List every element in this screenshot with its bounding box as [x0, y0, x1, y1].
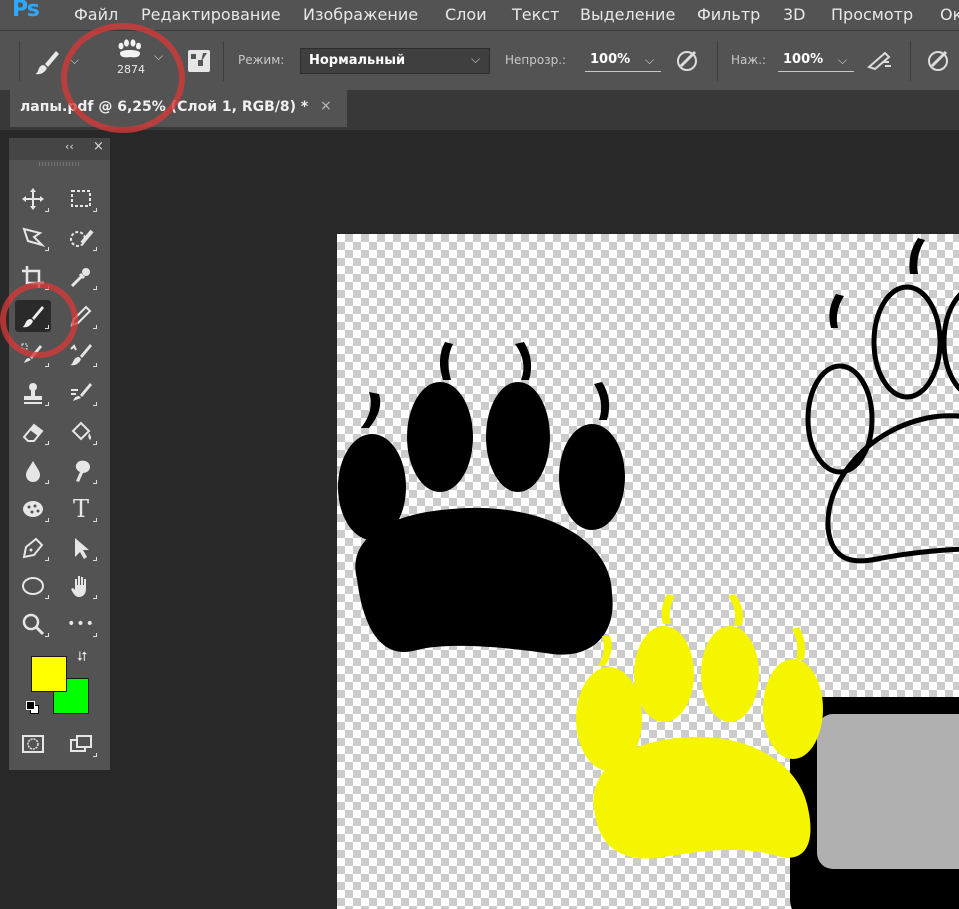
ellipse-icon [22, 577, 44, 595]
tools-panel-header[interactable]: ‹‹ × [9, 138, 110, 160]
sponge-icon [23, 501, 43, 517]
blur-icon [26, 461, 40, 482]
path-selection-tool[interactable] [63, 532, 99, 564]
brush-panel-icon [191, 53, 207, 66]
quick-selection-icon [70, 229, 94, 247]
menu-file[interactable]: Файл [74, 5, 118, 24]
opacity-label: Непрозр.: [505, 53, 567, 67]
highlight-ring-brush-preset [61, 23, 185, 133]
quick-mask-icon [22, 735, 44, 753]
options-divider [223, 41, 224, 81]
menu-layers[interactable]: Слои [445, 5, 487, 24]
flow-underline [778, 71, 854, 72]
history-brush-icon [70, 344, 92, 366]
pen-tool[interactable] [15, 532, 51, 564]
mode-label: Режим: [238, 53, 285, 67]
blend-mode-value: Нормальный [309, 53, 406, 68]
pressure-size-icon[interactable] [926, 47, 952, 73]
eyedropper-icon [70, 268, 90, 288]
chevron-down-icon[interactable]: ⌵ [645, 53, 654, 68]
yellow-paw [576, 594, 823, 859]
menu-edit[interactable]: Редактирование [141, 5, 281, 24]
highlight-ring-brush-tool [0, 282, 78, 358]
chevron-down-icon[interactable]: ⌵ [838, 53, 847, 68]
clone-stamp-tool[interactable] [15, 377, 51, 409]
opacity-underline [585, 71, 661, 72]
panel-grip[interactable] [39, 162, 79, 166]
type-icon: T [72, 495, 89, 523]
menu-filter[interactable]: Фильтр [697, 5, 760, 24]
menu-window[interactable]: Ок [940, 5, 959, 24]
opacity-input[interactable]: 100% [590, 52, 630, 67]
pressure-opacity-icon[interactable] [675, 47, 701, 73]
type-tool[interactable]: T [63, 493, 99, 525]
blur-tool[interactable] [15, 455, 51, 487]
quick-selection-tool[interactable] [63, 222, 99, 254]
more-icon: ••• [67, 616, 95, 632]
eraser-tool[interactable] [15, 416, 51, 448]
marquee-icon [71, 190, 91, 207]
zoom-icon [22, 613, 45, 636]
default-colors-icon[interactable] [26, 701, 39, 714]
document-canvas[interactable] [337, 234, 959, 909]
move-icon [22, 188, 44, 210]
eraser-icon [22, 423, 44, 442]
pen-icon [22, 537, 44, 559]
toggle-brush-panel-button[interactable] [188, 50, 210, 72]
smudge-icon [75, 460, 90, 482]
hand-tool[interactable] [63, 570, 99, 602]
foreground-color-swatch[interactable] [31, 656, 67, 692]
swap-colors-icon[interactable]: ⮃ [77, 650, 87, 665]
mixer-brush-tool[interactable] [63, 377, 99, 409]
brush-icon [35, 51, 59, 75]
menu-image[interactable]: Изображение [303, 5, 418, 24]
stamp-icon [24, 383, 42, 404]
paint-bucket-tool[interactable] [63, 416, 99, 448]
sponge-tool[interactable] [15, 493, 51, 525]
hand-icon [71, 576, 86, 597]
lasso-icon [22, 227, 46, 248]
lasso-tool[interactable] [15, 222, 51, 254]
black-paw [338, 342, 625, 655]
options-divider [910, 41, 911, 81]
more-tools[interactable]: ••• [63, 608, 99, 640]
move-tool[interactable] [15, 183, 51, 215]
options-divider [19, 41, 20, 81]
close-icon[interactable]: × [320, 98, 332, 114]
eyedropper-tool[interactable] [63, 261, 99, 293]
marquee-tool[interactable] [63, 183, 99, 215]
chevron-down-icon: ⌵ [471, 52, 481, 66]
canvas-artwork [338, 238, 959, 909]
screen-mode-icon [70, 735, 92, 752]
flow-input[interactable]: 100% [783, 52, 823, 67]
airbrush-icon[interactable] [865, 47, 893, 73]
options-divider [717, 41, 718, 81]
quick-mask-button[interactable] [15, 728, 51, 760]
outline-paw [805, 284, 959, 564]
screen-mode-button[interactable] [63, 728, 99, 760]
collapse-icon[interactable]: ‹‹ [65, 140, 74, 153]
menu-type[interactable]: Текст [512, 5, 559, 24]
menu-view[interactable]: Просмотр [831, 5, 913, 24]
close-icon[interactable]: × [93, 139, 104, 154]
ellipse-tool[interactable] [15, 570, 51, 602]
photoshop-logo: Ps [12, 0, 40, 22]
menu-select[interactable]: Выделение [580, 5, 675, 24]
paint-bucket-icon [71, 421, 92, 441]
flow-label: Наж.: [731, 53, 767, 67]
tools-panel: ‹‹ × T ••• ⮃ [9, 138, 110, 770]
zoom-tool[interactable] [15, 608, 51, 640]
mixer-brush-icon [71, 383, 92, 401]
blend-mode-select[interactable]: Нормальный ⌵ [300, 48, 490, 74]
arrow-icon [75, 538, 89, 559]
menu-3d[interactable]: 3D [783, 5, 806, 24]
smudge-tool[interactable] [63, 455, 99, 487]
